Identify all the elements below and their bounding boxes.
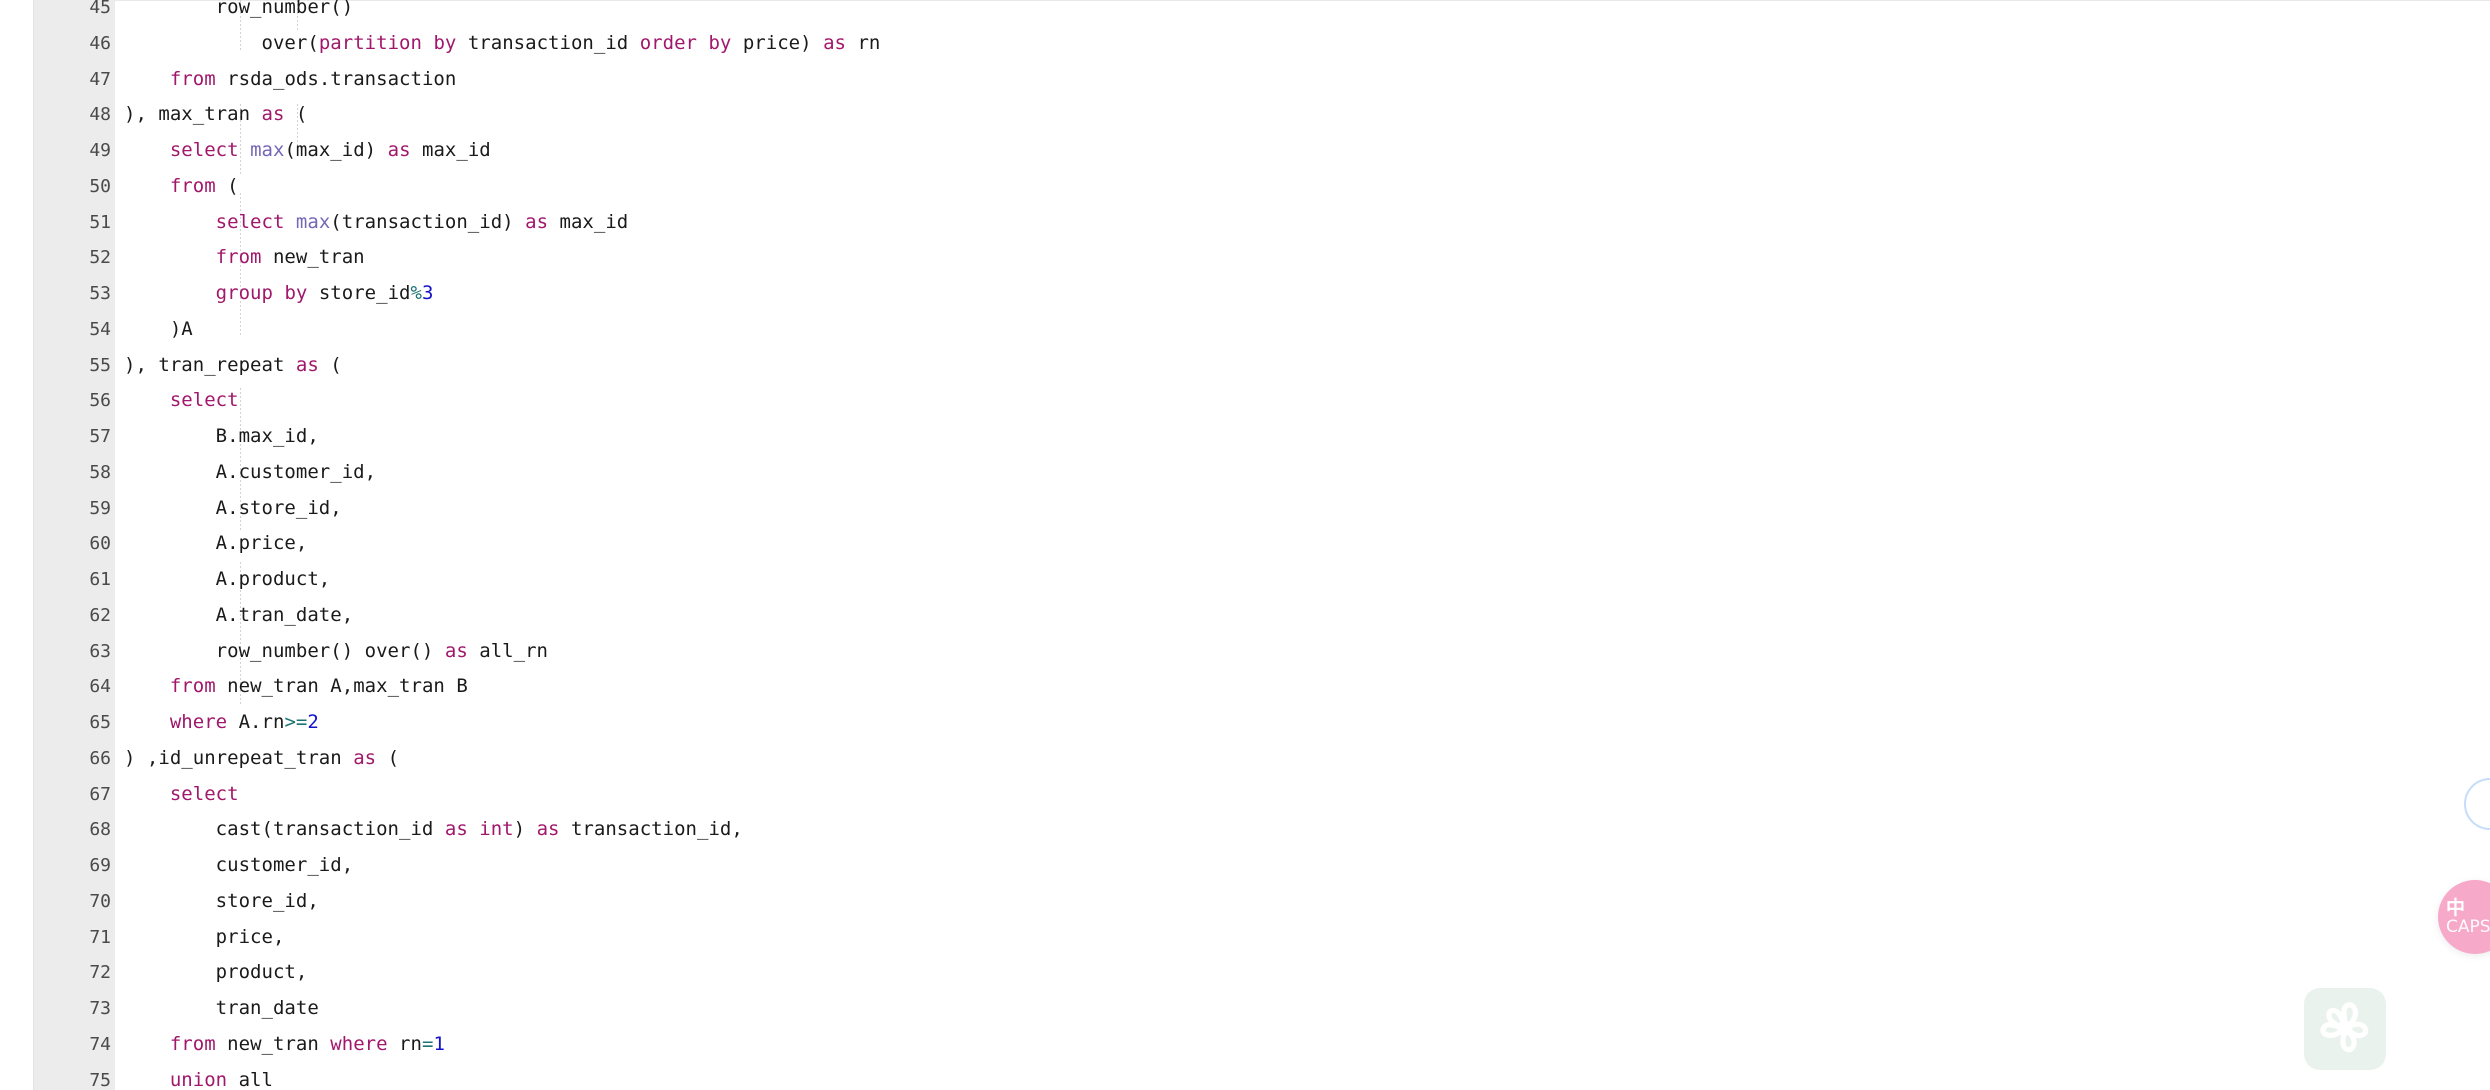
code-line[interactable]: 50 from ( xyxy=(0,175,2490,197)
code-line[interactable]: 46 over(partition by transaction_id orde… xyxy=(0,32,2490,54)
line-number: 49 xyxy=(89,140,111,162)
code-text[interactable]: )A xyxy=(124,319,193,339)
line-number: 46 xyxy=(89,32,111,54)
code-line[interactable]: 56 select xyxy=(0,390,2490,412)
code-line[interactable]: 55 ), tran_repeat as ( xyxy=(0,354,2490,376)
code-line[interactable]: 47 from rsda_ods.transaction xyxy=(0,68,2490,90)
line-number: 51 xyxy=(89,211,111,233)
code-text[interactable]: group by store_id%3 xyxy=(124,284,434,303)
code-text[interactable]: select max(transaction_id) as max_id xyxy=(124,212,629,232)
code-text[interactable]: store_id, xyxy=(124,891,319,911)
code-text[interactable]: A.customer_id, xyxy=(124,462,376,482)
code-text[interactable]: select max(max_id) as max_id xyxy=(124,141,491,160)
line-number: 66 xyxy=(89,747,111,769)
code-line[interactable]: 63 row_number() over() as all_rn xyxy=(0,640,2490,662)
code-text[interactable]: tran_date xyxy=(124,999,319,1018)
code-line[interactable]: 62 A.tran_date, xyxy=(0,604,2490,626)
code-line[interactable]: 45 row_number() xyxy=(0,0,2490,17)
line-number: 52 xyxy=(89,247,111,269)
line-number: 56 xyxy=(89,390,111,412)
pinwheel-icon xyxy=(2304,988,2386,1070)
line-number: 59 xyxy=(89,497,111,519)
code-line[interactable]: 61 A.product, xyxy=(0,569,2490,591)
line-number: 45 xyxy=(89,0,111,18)
code-text[interactable]: from new_tran A,max_tran B xyxy=(124,677,468,696)
code-text[interactable]: row_number() xyxy=(124,0,353,17)
code-text[interactable]: B.max_id, xyxy=(124,427,319,446)
code-text[interactable]: select xyxy=(124,391,239,410)
line-number: 55 xyxy=(89,354,111,376)
code-line[interactable]: 72 product, xyxy=(0,962,2490,984)
code-line[interactable]: 54 )A xyxy=(0,318,2490,340)
code-line[interactable]: 68 cast(transaction_id as int) as transa… xyxy=(0,819,2490,841)
code-line[interactable]: 64 from new_tran A,max_tran B xyxy=(0,676,2490,698)
code-editor[interactable]: 45 row_number() 46 over(partition by tran… xyxy=(0,0,2490,1090)
code-text[interactable]: ) ,id_unrepeat_tran as ( xyxy=(124,748,399,768)
code-text[interactable]: from new_tran where rn=1 xyxy=(124,1034,445,1054)
line-number: 72 xyxy=(89,962,111,984)
line-number: 60 xyxy=(89,533,111,555)
ime-language-label: 中 xyxy=(2446,897,2466,919)
code-line[interactable]: 49 select max(max_id) as max_id xyxy=(0,140,2490,162)
code-line[interactable]: 71 price, xyxy=(0,926,2490,948)
code-text[interactable]: A.price, xyxy=(124,534,308,553)
line-number: 75 xyxy=(89,1069,111,1090)
line-number: 53 xyxy=(89,283,111,305)
line-number: 47 xyxy=(89,68,111,90)
code-lines[interactable]: 45 row_number() 46 over(partition by tran… xyxy=(0,0,2490,1089)
code-line[interactable]: 48 ), max_tran as ( xyxy=(0,104,2490,126)
line-number: 48 xyxy=(89,104,111,126)
code-line[interactable]: 58 A.customer_id, xyxy=(0,461,2490,483)
code-line[interactable]: 52 from new_tran xyxy=(0,247,2490,269)
code-text[interactable]: from rsda_ods.transaction xyxy=(124,69,456,89)
code-line[interactable]: 67 select xyxy=(0,783,2490,805)
ime-capslock-label: CAPS xyxy=(2446,917,2490,937)
code-text[interactable]: from ( xyxy=(124,176,239,196)
code-text[interactable]: A.tran_date, xyxy=(124,605,354,625)
line-number: 67 xyxy=(89,783,111,805)
code-text[interactable]: A.product, xyxy=(124,570,331,589)
code-line[interactable]: 65 where A.rn>=2 xyxy=(0,712,2490,734)
line-number: 62 xyxy=(89,604,111,626)
code-text[interactable]: row_number() over() as all_rn xyxy=(124,641,548,661)
line-number: 68 xyxy=(89,819,111,841)
code-text[interactable]: union all xyxy=(124,1070,273,1090)
line-number: 57 xyxy=(89,426,111,448)
line-number: 73 xyxy=(89,998,111,1020)
code-line[interactable]: 74 from new_tran where rn=1 xyxy=(0,1033,2490,1055)
code-line[interactable]: 51 select max(transaction_id) as max_id xyxy=(0,211,2490,233)
code-line[interactable]: 53 group by store_id%3 xyxy=(0,283,2490,305)
code-line[interactable]: 69 customer_id, xyxy=(0,855,2490,877)
code-line[interactable]: 73 tran_date xyxy=(0,998,2490,1020)
code-line[interactable]: 60 A.price, xyxy=(0,533,2490,555)
line-number: 61 xyxy=(89,569,111,591)
line-number: 63 xyxy=(89,640,111,662)
code-text[interactable]: from new_tran xyxy=(124,248,365,267)
code-text[interactable]: price, xyxy=(124,927,285,947)
line-number: 65 xyxy=(89,712,111,734)
code-line[interactable]: 57 B.max_id, xyxy=(0,426,2490,448)
line-number: 69 xyxy=(89,855,111,877)
code-text[interactable]: where A.rn>=2 xyxy=(124,713,319,732)
line-number: 70 xyxy=(89,890,111,912)
line-number: 71 xyxy=(89,926,111,948)
code-text[interactable]: A.store_id, xyxy=(124,498,342,518)
code-text[interactable]: cast(transaction_id as int) as transacti… xyxy=(124,820,743,839)
line-number: 74 xyxy=(89,1033,111,1055)
code-line[interactable]: 66 ) ,id_unrepeat_tran as ( xyxy=(0,747,2490,769)
code-text[interactable]: product, xyxy=(124,963,308,982)
code-line[interactable]: 59 A.store_id, xyxy=(0,497,2490,519)
line-number: 54 xyxy=(89,318,111,340)
line-number: 64 xyxy=(89,676,111,698)
code-text[interactable]: ), tran_repeat as ( xyxy=(124,355,342,375)
line-number: 50 xyxy=(89,175,111,197)
code-text[interactable]: customer_id, xyxy=(124,856,354,875)
code-line[interactable]: 75 union all xyxy=(0,1069,2490,1090)
line-number: 58 xyxy=(89,461,111,483)
code-text[interactable]: select xyxy=(124,784,239,804)
code-line[interactable]: 70 store_id, xyxy=(0,890,2490,912)
code-text[interactable]: over(partition by transaction_id order b… xyxy=(124,33,881,53)
code-text[interactable]: ), max_tran as ( xyxy=(124,105,307,124)
